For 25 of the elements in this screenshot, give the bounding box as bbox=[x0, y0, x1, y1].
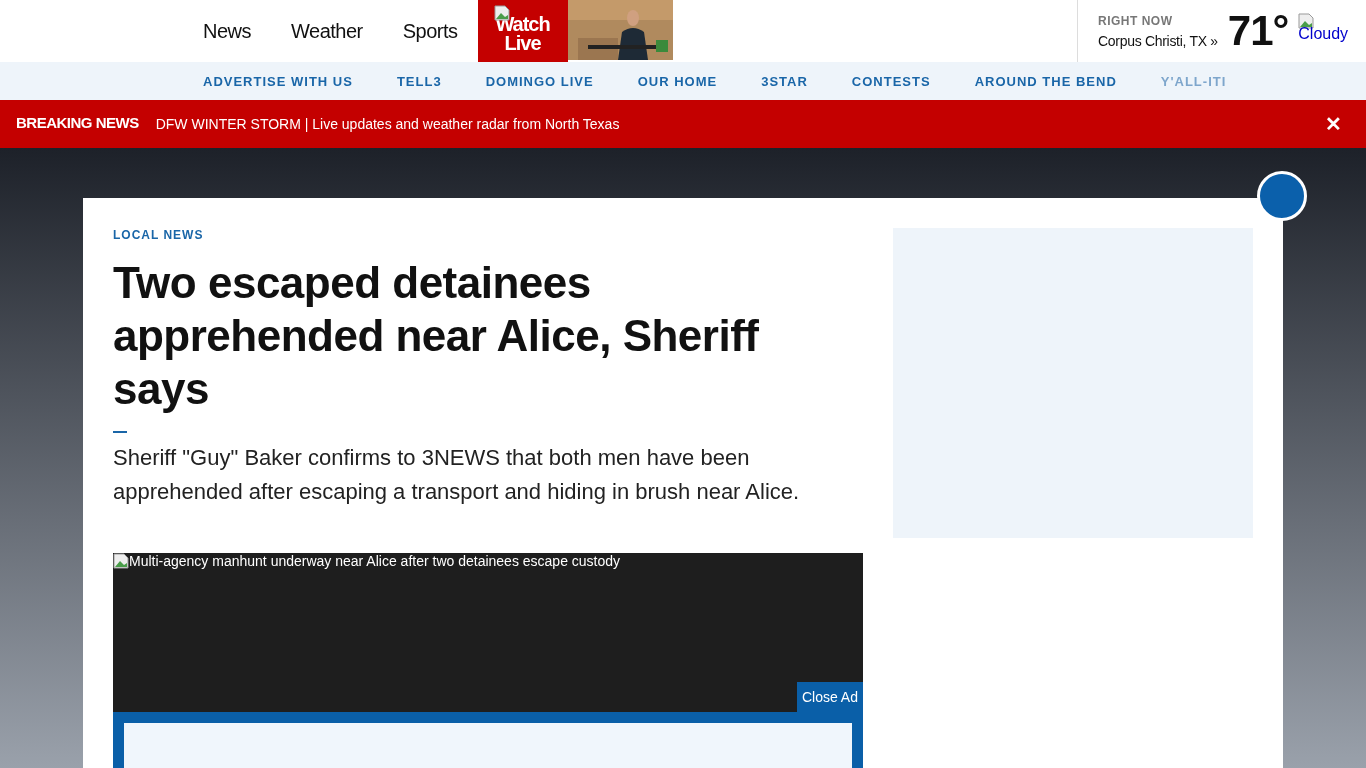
subnav-link[interactable]: OUR HOME bbox=[637, 73, 718, 89]
nav-link[interactable]: Sports bbox=[402, 19, 458, 43]
temperature: 71° bbox=[1227, 7, 1289, 55]
breaking-news-label: BREAKING NEWS bbox=[16, 113, 139, 131]
broken-image-icon bbox=[1298, 13, 1315, 29]
close-button[interactable]: ✕ bbox=[1317, 112, 1350, 136]
summary: Sheriff "Guy" Baker confirms to 3NEWS that both men have been apprehended after escaping a transport and hiding in brush near Alice. bbox=[113, 444, 801, 506]
category-link[interactable]: LOCAL NEWS bbox=[113, 228, 863, 242]
location-link[interactable]: Corpus Christi, TX » bbox=[1098, 32, 1218, 49]
nav-link[interactable]: News bbox=[203, 19, 251, 43]
close-ad-button[interactable]: Close Ad bbox=[796, 682, 863, 712]
headline: Two escaped detainees apprehended near Alice, Sheriff says bbox=[113, 257, 760, 415]
subnav-link[interactable]: AROUND THE BEND bbox=[974, 73, 1117, 89]
weather-condition: Cloudy bbox=[1298, 25, 1349, 43]
subnav-link[interactable]: CONTESTS bbox=[851, 73, 931, 89]
breaking-news-link[interactable]: DFW WINTER STORM | Live updates and weather radar from North Texas bbox=[155, 116, 620, 132]
subnav-link[interactable]: DOMINGO LIVE bbox=[485, 73, 594, 89]
subnav-link[interactable]: ADVERTISE WITH US bbox=[203, 73, 353, 89]
broken-image-icon bbox=[113, 553, 129, 569]
video-player[interactable]: Multi-agency manhunt underway near Alice after two detainees escape custody Close Ad bbox=[113, 553, 863, 768]
subnav-link[interactable]: TELL3 bbox=[396, 73, 442, 89]
subnav-link[interactable]: 3STAR bbox=[761, 73, 808, 89]
weather-label: RIGHT NOW bbox=[1098, 13, 1174, 28]
nav-link[interactable]: Weather bbox=[291, 19, 363, 43]
image-alt-text: Multi-agency manhunt underway near Alice after two detainees escape custody bbox=[129, 553, 621, 569]
